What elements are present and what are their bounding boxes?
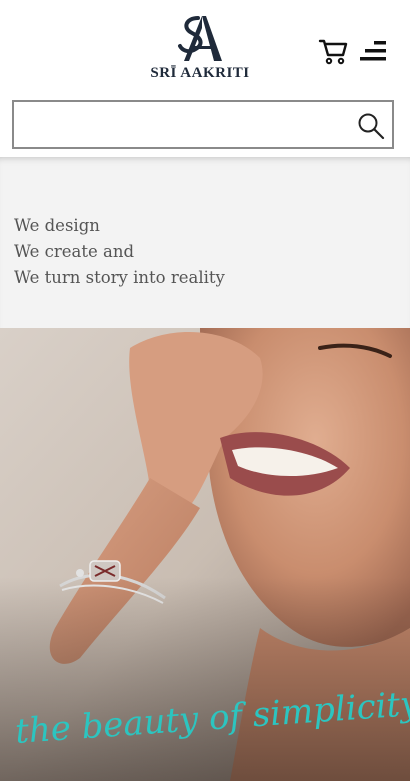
- brand-name: SRĪ AAKRITI: [150, 65, 250, 81]
- tagline-line: We turn story into reality: [14, 268, 225, 287]
- brand-monogram-icon: [178, 16, 222, 61]
- tagline-section: We design We create and We turn story in…: [0, 157, 410, 328]
- tagline-line: We create and: [14, 242, 135, 261]
- hero-image: the beauty of simplicity: [0, 328, 410, 781]
- search-input[interactable]: [14, 102, 344, 147]
- cart-icon[interactable]: [318, 36, 348, 66]
- brand-logo[interactable]: SRĪ AAKRITI: [150, 14, 250, 84]
- hero-banner[interactable]: the beauty of simplicity: [0, 328, 410, 781]
- search-icon[interactable]: [356, 111, 386, 141]
- tagline-text: We design We create and We turn story in…: [14, 213, 225, 291]
- hamburger-menu-icon[interactable]: [358, 36, 388, 66]
- site-header: SRĪ AAKRITI: [0, 0, 410, 157]
- search-bar: [12, 100, 394, 149]
- tagline-line: We design: [14, 216, 100, 235]
